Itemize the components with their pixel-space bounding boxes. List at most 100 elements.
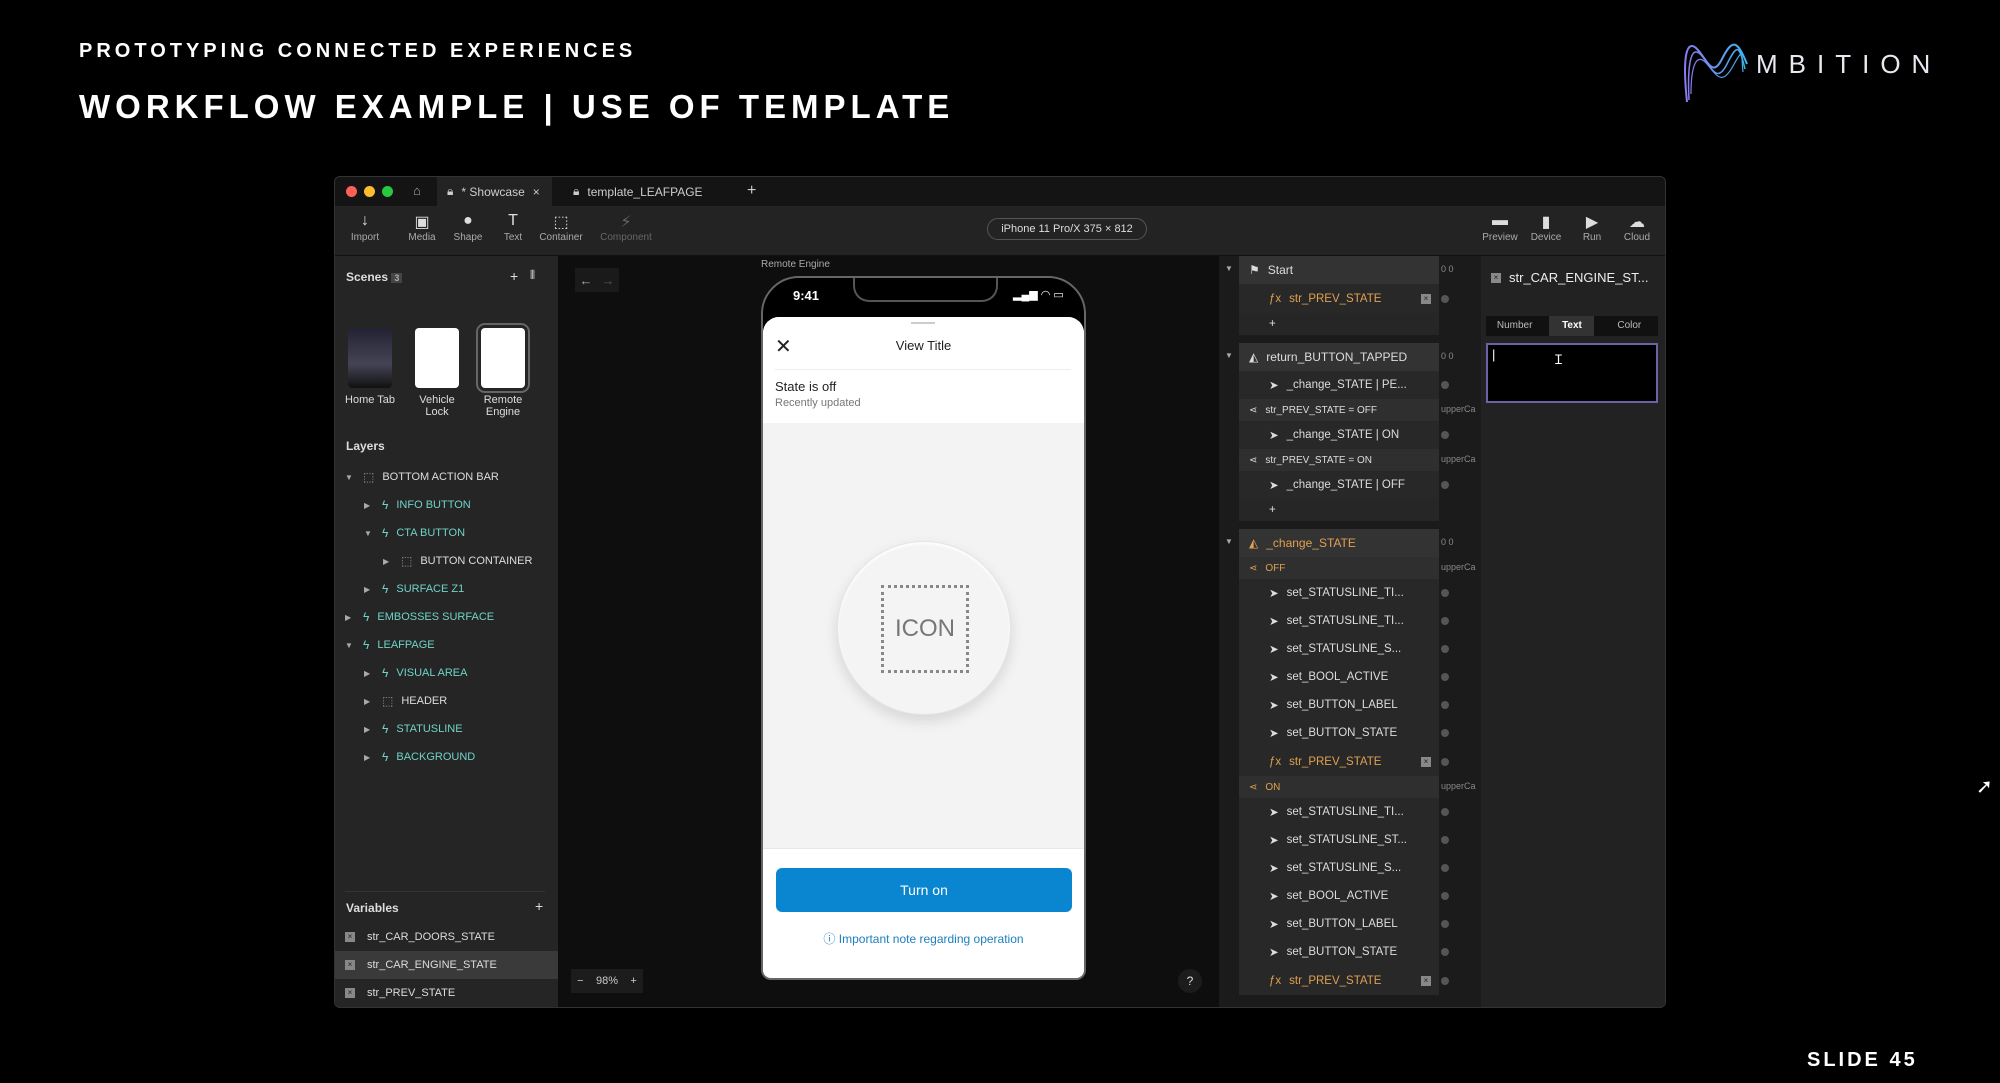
info-button[interactable]: ⓘ Important note regarding operation — [763, 930, 1084, 947]
remove-icon[interactable]: × — [1421, 975, 1431, 986]
logic-action[interactable]: ➤ set_BUTTON_LABEL — [1239, 910, 1439, 938]
cloud-button[interactable]: ☁ Cloud — [1610, 212, 1664, 243]
collapse-caret-icon[interactable]: ▼ — [1225, 537, 1233, 546]
logic-action[interactable]: ➤ set_STATUSLINE_S... — [1239, 854, 1439, 882]
logic-fx[interactable]: ƒx str_PREV_STATE × — [1239, 747, 1439, 776]
sheet-grabber[interactable] — [911, 322, 935, 324]
caret-right-icon[interactable]: ▶ — [364, 753, 374, 762]
maximize-window-button[interactable] — [382, 186, 393, 197]
connector-dot[interactable] — [1441, 481, 1449, 489]
variable-item[interactable]: × str_CAR_DOORS_STATE — [335, 923, 558, 951]
collapse-caret-icon[interactable]: ▼ — [1225, 264, 1233, 273]
text-button[interactable]: T Text — [486, 212, 540, 243]
zoom-in-button[interactable]: + — [630, 975, 636, 987]
help-button[interactable]: ? — [1178, 969, 1202, 993]
logic-cond[interactable]: ⋖ OFF — [1239, 557, 1439, 579]
logic-cond[interactable]: ⋖ str_PREV_STATE = OFF — [1239, 399, 1439, 421]
remove-icon[interactable]: × — [1421, 293, 1431, 304]
logic-cond[interactable]: ⋖ str_PREV_STATE = ON — [1239, 449, 1439, 471]
logic-plus[interactable]: + — [1239, 499, 1439, 521]
variable-item[interactable]: × str_CAR_ENGINE_STATE — [335, 951, 558, 979]
close-tab-icon[interactable]: × — [533, 185, 540, 199]
logic-plus[interactable]: + — [1239, 313, 1439, 335]
caret-right-icon[interactable]: ▶ — [364, 501, 374, 510]
connector-dot[interactable] — [1441, 431, 1449, 439]
connector-dot[interactable] — [1441, 920, 1449, 928]
add-scene-button[interactable]: + — [510, 268, 518, 284]
logic-action[interactable]: ➤ set_STATUSLINE_S... — [1239, 635, 1439, 663]
logic-fx[interactable]: ƒx str_PREV_STATE × — [1239, 284, 1439, 313]
remove-icon[interactable]: × — [1421, 756, 1431, 767]
logic-action[interactable]: ➤ set_BUTTON_STATE — [1239, 938, 1439, 966]
layer-item[interactable]: ▶ ϟ EMBOSSES SURFACE — [345, 603, 494, 631]
connector-dot[interactable] — [1441, 294, 1449, 303]
connector-dot[interactable] — [1441, 948, 1449, 956]
import-button[interactable]: ↓ Import — [338, 212, 392, 243]
caret-right-icon[interactable]: ▶ — [345, 613, 355, 622]
logic-hdr[interactable]: ◭ _change_STATE — [1239, 529, 1439, 557]
layer-item[interactable]: ▶ ϟ VISUAL AREA — [345, 659, 467, 687]
connector-dot[interactable] — [1441, 673, 1449, 681]
logic-action[interactable]: ➤ set_BUTTON_STATE — [1239, 719, 1439, 747]
phone-preview[interactable]: 9:41 ▂▄▆ ◠ ▭ ✕ View Title State is off R… — [761, 276, 1086, 980]
variable-item[interactable]: × str_PREV_STATE — [335, 979, 558, 1007]
scene-home-tab[interactable]: Home Tab — [340, 328, 400, 406]
type-color[interactable]: Color — [1607, 316, 1652, 336]
layer-item[interactable]: ▼ ϟ LEAFPAGE — [345, 631, 435, 659]
connector-dot[interactable] — [1441, 892, 1449, 900]
connector-dot[interactable] — [1441, 617, 1449, 625]
type-number[interactable]: Number — [1492, 316, 1537, 336]
logic-hdr[interactable]: ◭ return_BUTTON_TAPPED — [1239, 343, 1439, 371]
close-window-button[interactable] — [346, 186, 357, 197]
logic-action[interactable]: ➤ _change_STATE | PE... — [1239, 371, 1439, 399]
connector-dot[interactable] — [1441, 976, 1449, 985]
forward-arrow-icon[interactable]: → — [602, 273, 615, 288]
logic-action[interactable]: ➤ set_BOOL_ACTIVE — [1239, 663, 1439, 691]
container-button[interactable]: ⬚ Container — [534, 212, 588, 243]
connector-dot[interactable] — [1441, 729, 1449, 737]
layer-item[interactable]: ▶ ϟ STATUSLINE — [345, 715, 463, 743]
back-arrow-icon[interactable]: ← — [580, 273, 593, 288]
value-text-input[interactable]: | Ｉ — [1486, 343, 1658, 403]
logic-hdr[interactable]: ⚑ Start — [1239, 256, 1439, 284]
layer-item[interactable]: ▶ ⬚ BUTTON CONTAINER — [345, 547, 532, 575]
new-tab-button[interactable]: + — [747, 182, 756, 200]
scene-vehicle-lock[interactable]: Vehicle Lock — [407, 328, 467, 418]
canvas[interactable]: ← → Remote Engine 9:41 ▂▄▆ ◠ ▭ ✕ View Tit… — [558, 256, 1219, 1007]
caret-right-icon[interactable]: ▶ — [364, 697, 374, 706]
caret-right-icon[interactable]: ▶ — [364, 669, 374, 678]
connector-dot[interactable] — [1441, 757, 1449, 766]
component-button[interactable]: ⚡︎ Component — [599, 212, 653, 243]
logic-label[interactable]: + — [1269, 318, 1276, 330]
logic-action[interactable]: ➤ set_STATUSLINE_ST... — [1239, 826, 1439, 854]
logic-action[interactable]: ➤ set_STATUSLINE_TI... — [1239, 798, 1439, 826]
caret-right-icon[interactable]: ▶ — [364, 725, 374, 734]
logic-label[interactable]: + — [1269, 504, 1276, 516]
caret-down-icon[interactable]: ▼ — [364, 529, 374, 538]
scene-remote-engine[interactable]: Remote Engine — [473, 323, 533, 418]
caret-down-icon[interactable]: ▼ — [345, 641, 355, 650]
connector-dot[interactable] — [1441, 381, 1449, 389]
logic-action[interactable]: ➤ _change_STATE | OFF — [1239, 471, 1439, 499]
layer-item[interactable]: ▼ ⬚ BOTTOM ACTION BAR — [345, 463, 499, 491]
layer-item[interactable]: ▼ ϟ CTA BUTTON — [345, 519, 465, 547]
layer-item[interactable]: ▶ ϟ INFO BUTTON — [345, 491, 471, 519]
caret-right-icon[interactable]: ▶ — [364, 585, 374, 594]
caret-right-icon[interactable]: ▶ — [383, 557, 393, 566]
connector-dot[interactable] — [1441, 701, 1449, 709]
logic-action[interactable]: ➤ set_BOOL_ACTIVE — [1239, 882, 1439, 910]
device-selector[interactable]: iPhone 11 Pro/X 375 × 812 — [987, 218, 1147, 240]
logic-action[interactable]: ➤ set_BUTTON_LABEL — [1239, 691, 1439, 719]
home-icon[interactable]: ⌂ — [413, 183, 421, 198]
connector-dot[interactable] — [1441, 645, 1449, 653]
connector-dot[interactable] — [1441, 864, 1449, 872]
type-text[interactable]: Text — [1549, 316, 1595, 336]
connector-dot[interactable] — [1441, 836, 1449, 844]
layer-item[interactable]: ▶ ⬚ HEADER — [345, 687, 447, 715]
collapse-caret-icon[interactable]: ▼ — [1225, 351, 1233, 360]
logic-action[interactable]: ➤ set_STATUSLINE_TI... — [1239, 579, 1439, 607]
layer-item[interactable]: ▶ ϟ SURFACE Z1 — [345, 575, 464, 603]
connector-dot[interactable] — [1441, 808, 1449, 816]
logic-action[interactable]: ➤ _change_STATE | ON — [1239, 421, 1439, 449]
turn-on-button[interactable]: Turn on — [776, 868, 1072, 912]
